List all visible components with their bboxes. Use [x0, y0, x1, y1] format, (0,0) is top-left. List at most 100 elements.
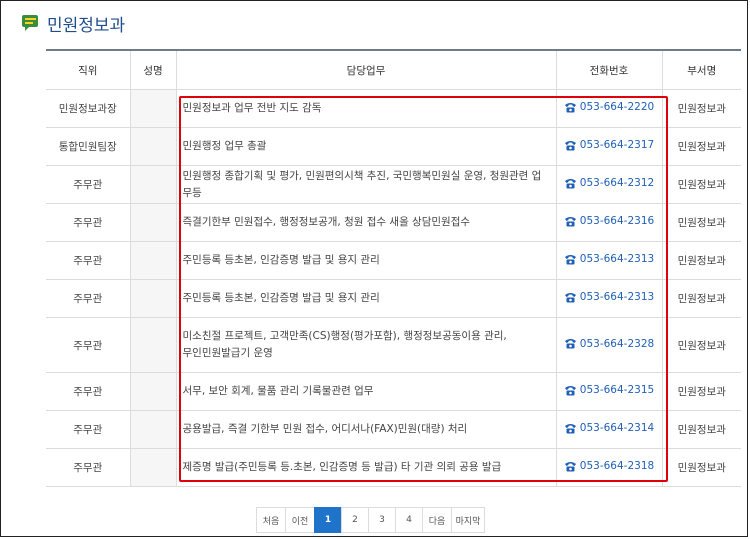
name-cell-redacted — [129, 203, 177, 242]
duty-cell: 즉결기한부 민원접수, 행정정보공개, 청원 접수 새올 상담민원접수 — [175, 203, 557, 242]
phone-cell: 053-664-2312 — [555, 165, 663, 204]
duty-text: 공용발급, 즉결 기한부 민원 접수, 어디서나(FAX)민원(대량) 처리 — [182, 423, 468, 435]
column-header-duty: 담당업무 — [175, 49, 557, 90]
phone-number: 053-664-2314 — [579, 422, 655, 435]
phone-cell: 053-664-2313 — [555, 279, 663, 318]
dept-cell: 민원정보과 — [661, 410, 741, 449]
position-cell: 주무관 — [46, 165, 131, 204]
phone-link[interactable]: 053-664-2328 — [564, 338, 654, 350]
phone-number: 053-664-2318 — [579, 460, 655, 473]
duty-text: 민원정보과 업무 전반 지도 감독 — [182, 102, 322, 114]
phone-link[interactable]: 053-664-2315 — [564, 384, 654, 396]
name-cell-redacted — [129, 410, 177, 449]
duty-cell: 제증명 발급(주민등록 등.초본, 인감증명 등 발급) 타 기관 의뢰 공용 … — [175, 448, 557, 487]
phone-number: 053-664-2316 — [579, 215, 655, 228]
duty-text: 민원행정 업무 총괄 — [182, 140, 267, 152]
duty-cell: 민원행정 종합기획 및 평가, 민원편의시책 추진, 국민행복민원실 운영, 청… — [175, 165, 557, 204]
dept-cell: 민원정보과 — [661, 317, 741, 373]
column-header-position: 직위 — [46, 49, 131, 90]
name-cell-redacted — [129, 372, 177, 411]
phone-number: 053-664-2220 — [579, 101, 655, 114]
phone-icon — [564, 254, 577, 265]
phone-link[interactable]: 053-664-2314 — [564, 422, 654, 434]
phone-number: 053-664-2313 — [579, 291, 655, 304]
duty-text: 제증명 발급(주민등록 등.초본, 인감증명 등 발급) 타 기관 의뢰 공용 … — [182, 461, 502, 473]
position-cell: 민원정보과장 — [46, 89, 131, 128]
name-cell-redacted — [129, 89, 177, 128]
phone-cell: 053-664-2316 — [555, 203, 663, 242]
phone-link[interactable]: 053-664-2313 — [564, 291, 654, 303]
page-last-button[interactable]: 마지막 — [451, 507, 485, 533]
duty-cell: 서무, 보안 회계, 물품 관리 기록물관련 업무 — [175, 372, 557, 411]
table-row: 주무관 서무, 보안 회계, 물품 관리 기록물관련 업무 053-664-2315… — [46, 372, 741, 411]
duty-cell: 공용발급, 즉결 기한부 민원 접수, 어디서나(FAX)민원(대량) 처리 — [175, 410, 557, 449]
table-row: 주무관 공용발급, 즉결 기한부 민원 접수, 어디서나(FAX)민원(대량) 처… — [46, 410, 741, 449]
page-4-button[interactable]: 4 — [395, 507, 423, 533]
table-row: 민원정보과장 민원정보과 업무 전반 지도 감독 053-664-2220 민원정보과 — [46, 89, 741, 128]
page-1-button[interactable]: 1 — [314, 507, 342, 533]
phone-number: 053-664-2328 — [579, 337, 655, 350]
dept-cell: 민원정보과 — [661, 89, 741, 128]
column-header-phone: 전화번호 — [555, 49, 663, 90]
duty-cell: 주민등록 등초본, 인감증명 발급 및 용지 관리 — [175, 241, 557, 280]
position-cell: 주무관 — [46, 317, 131, 373]
phone-link[interactable]: 053-664-2313 — [564, 253, 654, 265]
dept-cell: 민원정보과 — [661, 165, 741, 204]
duty-text: 미소친절 프로젝트, 고객만족(CS)행정(평가포함), 행정정보공동이용 관리… — [182, 330, 507, 342]
phone-link[interactable]: 053-664-2312 — [564, 177, 654, 189]
name-cell-redacted — [129, 448, 177, 487]
name-cell-redacted — [129, 165, 177, 204]
table-header-row: 직위 성명 담당업무 전화번호 부서명 — [46, 49, 741, 90]
page-title: 민원정보과 — [47, 15, 126, 36]
column-header-dept: 부서명 — [661, 49, 741, 90]
phone-icon — [564, 461, 577, 472]
speech-bubble-icon — [21, 13, 41, 33]
name-cell-redacted — [129, 317, 177, 373]
table-row: 주무관 제증명 발급(주민등록 등.초본, 인감증명 등 발급) 타 기관 의뢰 … — [46, 448, 741, 487]
phone-cell: 053-664-2314 — [555, 410, 663, 449]
phone-icon — [564, 292, 577, 303]
dept-cell: 민원정보과 — [661, 127, 741, 166]
phone-number: 053-664-2312 — [579, 177, 655, 190]
dept-cell: 민원정보과 — [661, 279, 741, 318]
duty-text: 민원행정 종합기획 및 평가, 민원편의시책 추진, 국민행복민원실 운영, 청… — [182, 169, 542, 199]
phone-cell: 053-664-2317 — [555, 127, 663, 166]
page-first-button[interactable]: 처음 — [256, 507, 286, 533]
phone-link[interactable]: 053-664-2316 — [564, 215, 654, 227]
table-row: 주무관 주민등록 등초본, 인감증명 발급 및 용지 관리 053-664-2313… — [46, 279, 741, 318]
phone-link[interactable]: 053-664-2220 — [564, 101, 654, 113]
page-next-button[interactable]: 다음 — [422, 507, 452, 533]
duty-cell: 주민등록 등초본, 인감증명 발급 및 용지 관리 — [175, 279, 557, 318]
pagination: 처음 이전 1 2 3 4 다음 마지막 — [256, 507, 485, 533]
phone-icon — [564, 102, 577, 113]
phone-link[interactable]: 053-664-2318 — [564, 460, 654, 472]
position-cell: 주무관 — [46, 241, 131, 280]
phone-cell: 053-664-2328 — [555, 317, 663, 373]
phone-number: 053-664-2313 — [579, 253, 655, 266]
phone-icon — [564, 140, 577, 151]
table-row: 주무관 즉결기한부 민원접수, 행정정보공개, 청원 접수 새올 상담민원접수 05… — [46, 203, 741, 242]
page-2-button[interactable]: 2 — [341, 507, 369, 533]
position-cell: 주무관 — [46, 279, 131, 318]
phone-icon — [564, 385, 577, 396]
phone-link[interactable]: 053-664-2317 — [564, 139, 654, 151]
duty-cell: 민원행정 업무 총괄 — [175, 127, 557, 166]
position-cell: 주무관 — [46, 372, 131, 411]
phone-cell: 053-664-2313 — [555, 241, 663, 280]
phone-icon — [564, 423, 577, 434]
staff-table: 직위 성명 담당업무 전화번호 부서명 민원정보과장 민원정보과 업무 전반 지도… — [46, 49, 741, 487]
staff-table-wrapper: 직위 성명 담당업무 전화번호 부서명 민원정보과장 민원정보과 업무 전반 지도… — [46, 49, 741, 487]
phone-icon — [564, 338, 577, 349]
page-3-button[interactable]: 3 — [368, 507, 396, 533]
name-cell-redacted — [129, 127, 177, 166]
table-row: 주무관 민원행정 종합기획 및 평가, 민원편의시책 추진, 국민행복민원실 운영… — [46, 165, 741, 204]
table-row: 주무관 미소친절 프로젝트, 고객만족(CS)행정(평가포함), 행정정보공동이용… — [46, 317, 741, 373]
position-cell: 주무관 — [46, 448, 131, 487]
position-cell: 주무관 — [46, 203, 131, 242]
table-row: 주무관 주민등록 등초본, 인감증명 발급 및 용지 관리 053-664-2313… — [46, 241, 741, 280]
dept-cell: 민원정보과 — [661, 372, 741, 411]
dept-cell: 민원정보과 — [661, 448, 741, 487]
name-cell-redacted — [129, 279, 177, 318]
page-prev-button[interactable]: 이전 — [285, 507, 315, 533]
phone-number: 053-664-2315 — [579, 384, 655, 397]
